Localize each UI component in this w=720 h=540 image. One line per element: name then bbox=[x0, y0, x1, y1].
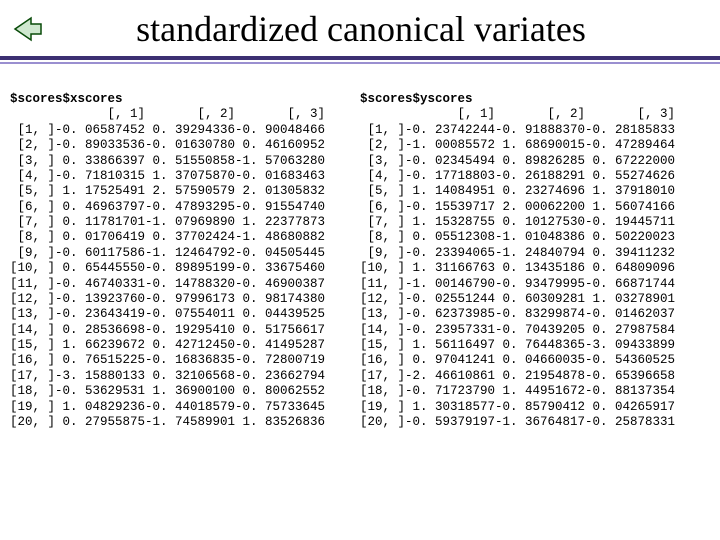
xscores-block: $scores$xscores [, 1] [, 2] [, 3] [1, ]-… bbox=[10, 92, 360, 430]
table-row: [13, ]-0. 62373985-0. 83299874-0. 014620… bbox=[360, 307, 710, 322]
block-title: $scores$yscores bbox=[360, 92, 473, 106]
table-row: [8, ] 0. 01706419 0. 37702424-1. 4868088… bbox=[10, 230, 360, 245]
table-row: [18, ]-0. 71723790 1. 44951672-0. 881373… bbox=[360, 384, 710, 399]
table-row: [3, ]-0. 02345494 0. 89826285 0. 6722200… bbox=[360, 154, 710, 169]
block-title: $scores$xscores bbox=[10, 92, 123, 106]
arrow-left-icon bbox=[13, 16, 43, 42]
table-row: [10, ] 0. 65445550-0. 89895199-0. 336754… bbox=[10, 261, 360, 276]
table-row: [1, ]-0. 06587452 0. 39294336-0. 9004846… bbox=[10, 123, 360, 138]
table-row: [6, ] 0. 46963797-0. 47893295-0. 9155474… bbox=[10, 200, 360, 215]
table-row: [7, ] 0. 11781701-1. 07969890 1. 2237787… bbox=[10, 215, 360, 230]
table-row: [6, ]-0. 15539717 2. 00062200 1. 5607416… bbox=[360, 200, 710, 215]
table-row: [2, ]-0. 89033536-0. 01630780 0. 4616095… bbox=[10, 138, 360, 153]
slide-header: standardized canonical variates bbox=[0, 0, 720, 50]
table-row: [15, ] 1. 66239672 0. 42712450-0. 414952… bbox=[10, 338, 360, 353]
table-row: [10, ] 1. 31166763 0. 13435186 0. 648090… bbox=[360, 261, 710, 276]
table-row: [16, ] 0. 97041241 0. 04660035-0. 543605… bbox=[360, 353, 710, 368]
table-row: [18, ]-0. 53629531 1. 36900100 0. 800625… bbox=[10, 384, 360, 399]
table-row: [19, ] 1. 04829236-0. 44018579-0. 757336… bbox=[10, 400, 360, 415]
table-row: [11, ]-0. 46740331-0. 14788320-0. 469003… bbox=[10, 277, 360, 292]
table-row: [19, ] 1. 30318577-0. 85790412 0. 042659… bbox=[360, 400, 710, 415]
table-row: [11, ]-1. 00146790-0. 93479995-0. 668717… bbox=[360, 277, 710, 292]
table-row: [4, ]-0. 71810315 1. 37075870-0. 0168346… bbox=[10, 169, 360, 184]
table-row: [20, ] 0. 27955875-1. 74589901 1. 835268… bbox=[10, 415, 360, 430]
table-row: [17, ]-3. 15880133 0. 32106568-0. 236627… bbox=[10, 369, 360, 384]
table-row: [17, ]-2. 46610861 0. 21954878-0. 653966… bbox=[360, 369, 710, 384]
table-row: [13, ]-0. 23643419-0. 07554011 0. 044395… bbox=[10, 307, 360, 322]
table-row: [7, ] 1. 15328755 0. 10127530-0. 1944571… bbox=[360, 215, 710, 230]
table-row: [3, ] 0. 33866397 0. 51550858-1. 5706328… bbox=[10, 154, 360, 169]
column-header-row: [, 1] [, 2] [, 3] bbox=[10, 107, 360, 122]
slide: standardized canonical variates $scores$… bbox=[0, 0, 720, 540]
table-row: [15, ] 1. 56116497 0. 76448365-3. 094338… bbox=[360, 338, 710, 353]
table-row: [8, ] 0. 05512308-1. 01048386 0. 5022002… bbox=[360, 230, 710, 245]
table-row: [9, ]-0. 60117586-1. 12464792-0. 0450544… bbox=[10, 246, 360, 261]
table-row: [20, ]-0. 59379197-1. 36764817-0. 258783… bbox=[360, 415, 710, 430]
table-row: [16, ] 0. 76515225-0. 16836835-0. 728007… bbox=[10, 353, 360, 368]
table-row: [14, ]-0. 23957331-0. 70439205 0. 279875… bbox=[360, 323, 710, 338]
table-row: [14, ] 0. 28536698-0. 19295410 0. 517566… bbox=[10, 323, 360, 338]
divider bbox=[0, 56, 720, 64]
yscores-block: $scores$yscores [, 1] [, 2] [, 3] [1, ]-… bbox=[360, 92, 710, 430]
table-row: [12, ]-0. 13923760-0. 97996173 0. 981743… bbox=[10, 292, 360, 307]
table-row: [4, ]-0. 17718803-0. 26188291 0. 5527462… bbox=[360, 169, 710, 184]
table-row: [2, ]-1. 00085572 1. 68690015-0. 4728946… bbox=[360, 138, 710, 153]
table-row: [5, ] 1. 17525491 2. 57590579 2. 0130583… bbox=[10, 184, 360, 199]
back-button[interactable] bbox=[12, 15, 44, 43]
table-row: [1, ]-0. 23742244-0. 91888370-0. 2818583… bbox=[360, 123, 710, 138]
content-area: $scores$xscores [, 1] [, 2] [, 3] [1, ]-… bbox=[0, 64, 720, 430]
column-header-row: [, 1] [, 2] [, 3] bbox=[360, 107, 710, 122]
table-row: [9, ]-0. 23394065-1. 24840794 0. 3941123… bbox=[360, 246, 710, 261]
slide-title: standardized canonical variates bbox=[52, 8, 700, 50]
table-row: [5, ] 1. 14084951 0. 23274696 1. 3791801… bbox=[360, 184, 710, 199]
table-row: [12, ]-0. 02551244 0. 60309281 1. 032789… bbox=[360, 292, 710, 307]
